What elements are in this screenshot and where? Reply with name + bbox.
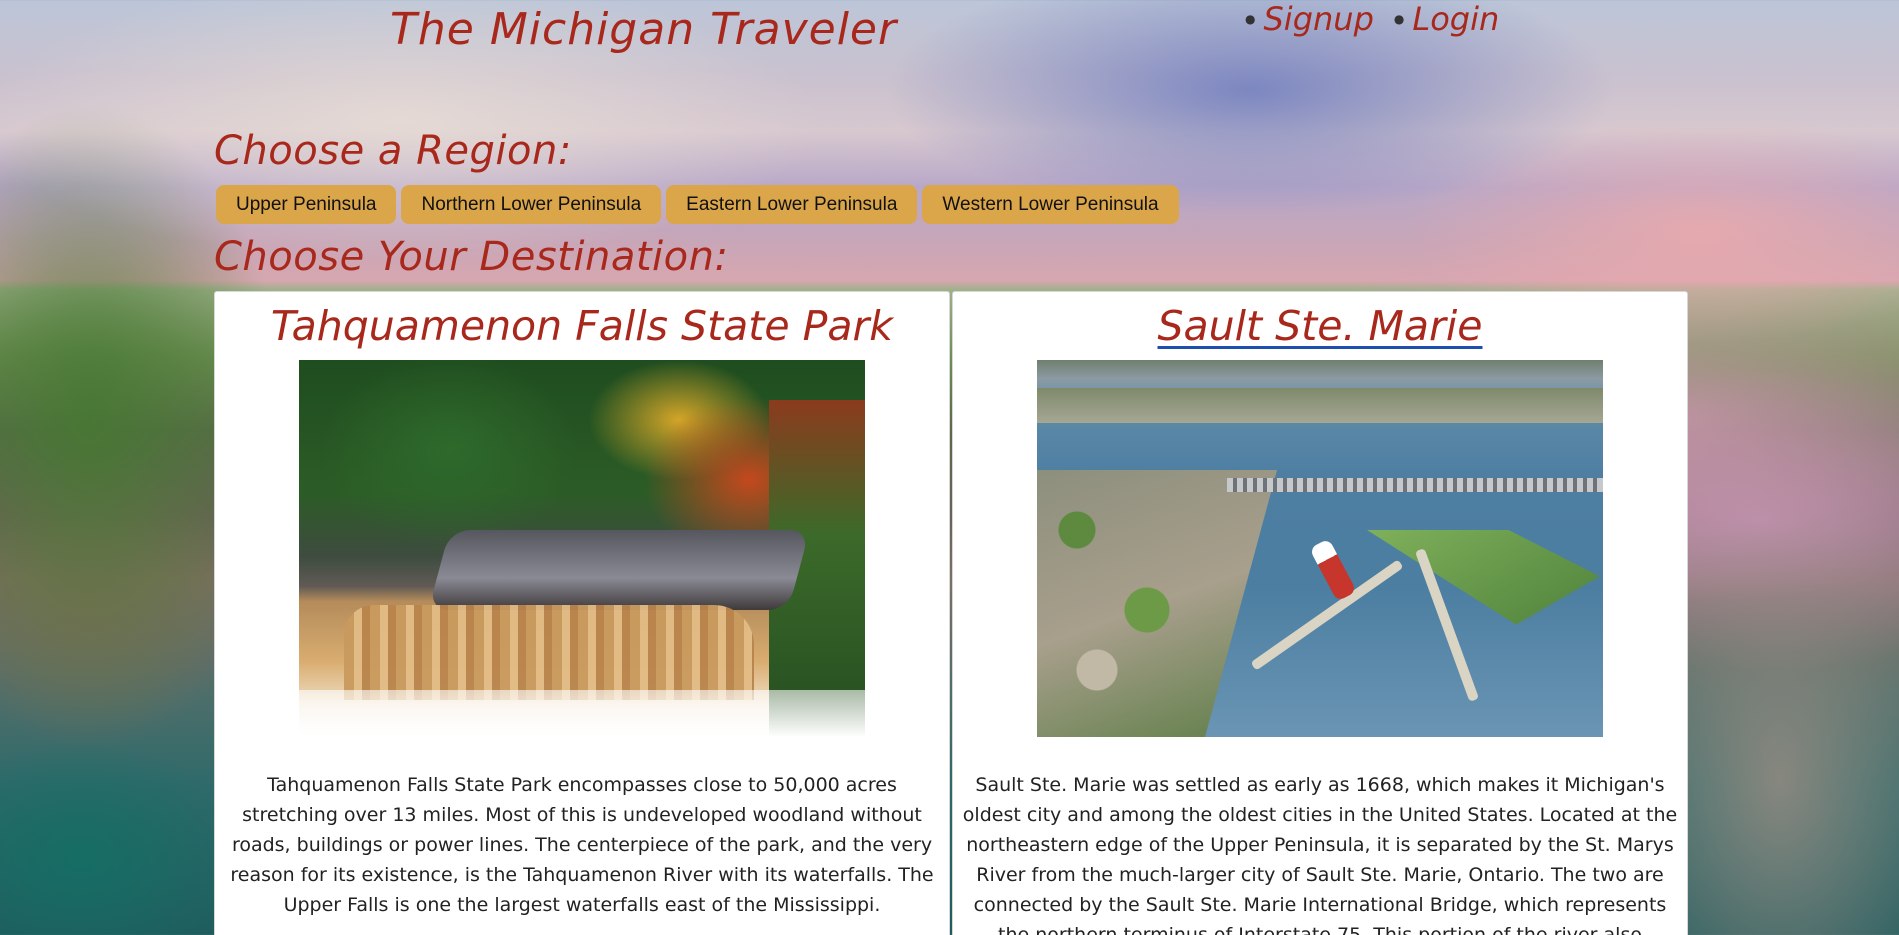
region-button-upper-peninsula[interactable]: Upper Peninsula	[216, 185, 397, 224]
site-title: The Michigan Traveler	[390, 4, 898, 55]
region-button-western-lower-peninsula[interactable]: Western Lower Peninsula	[922, 185, 1179, 224]
region-button-eastern-lower-peninsula[interactable]: Eastern Lower Peninsula	[666, 185, 918, 224]
destination-description: Tahquamenon Falls State Park encompasses…	[230, 774, 934, 916]
destination-description: Sault Ste. Marie was settled as early as…	[962, 774, 1678, 935]
signup-link[interactable]: Signup	[1263, 0, 1373, 38]
photo-ship	[1309, 538, 1357, 602]
bullet-icon: ●	[1393, 12, 1405, 26]
destination-title-link[interactable]: Sault Ste. Marie	[1158, 303, 1483, 349]
region-button-northern-lower-peninsula[interactable]: Northern Lower Peninsula	[401, 185, 662, 224]
destination-card: Sault Ste. Marie Sault Ste. Marie was se…	[952, 291, 1688, 935]
photo-grass-islands	[1367, 530, 1603, 650]
photo-mist	[299, 690, 865, 737]
photo-river	[428, 530, 810, 610]
destination-photo[interactable]	[1037, 360, 1603, 737]
photo-far-shore	[1037, 388, 1603, 423]
bullet-icon: ●	[1245, 12, 1256, 26]
top-nav: ● Signup ● Login	[1245, 0, 1499, 38]
destination-title-link[interactable]: Tahquamenon Falls State Park	[271, 303, 893, 349]
region-heading: Choose a Region:	[214, 128, 572, 174]
destination-photo[interactable]	[299, 360, 865, 737]
nav-item-login: ● Login	[1394, 0, 1499, 38]
destination-heading: Choose Your Destination:	[214, 234, 729, 280]
login-link[interactable]: Login	[1412, 0, 1499, 38]
photo-waterfall	[344, 605, 754, 700]
destination-cards: Tahquamenon Falls State Park Tahquamenon…	[214, 291, 1688, 935]
photo-town	[1037, 470, 1277, 737]
region-button-group: Upper Peninsula Northern Lower Peninsula…	[216, 185, 1179, 224]
nav-item-signup: ● Signup	[1245, 0, 1374, 38]
photo-bridge	[1227, 478, 1603, 492]
destination-card: Tahquamenon Falls State Park Tahquamenon…	[214, 291, 950, 935]
